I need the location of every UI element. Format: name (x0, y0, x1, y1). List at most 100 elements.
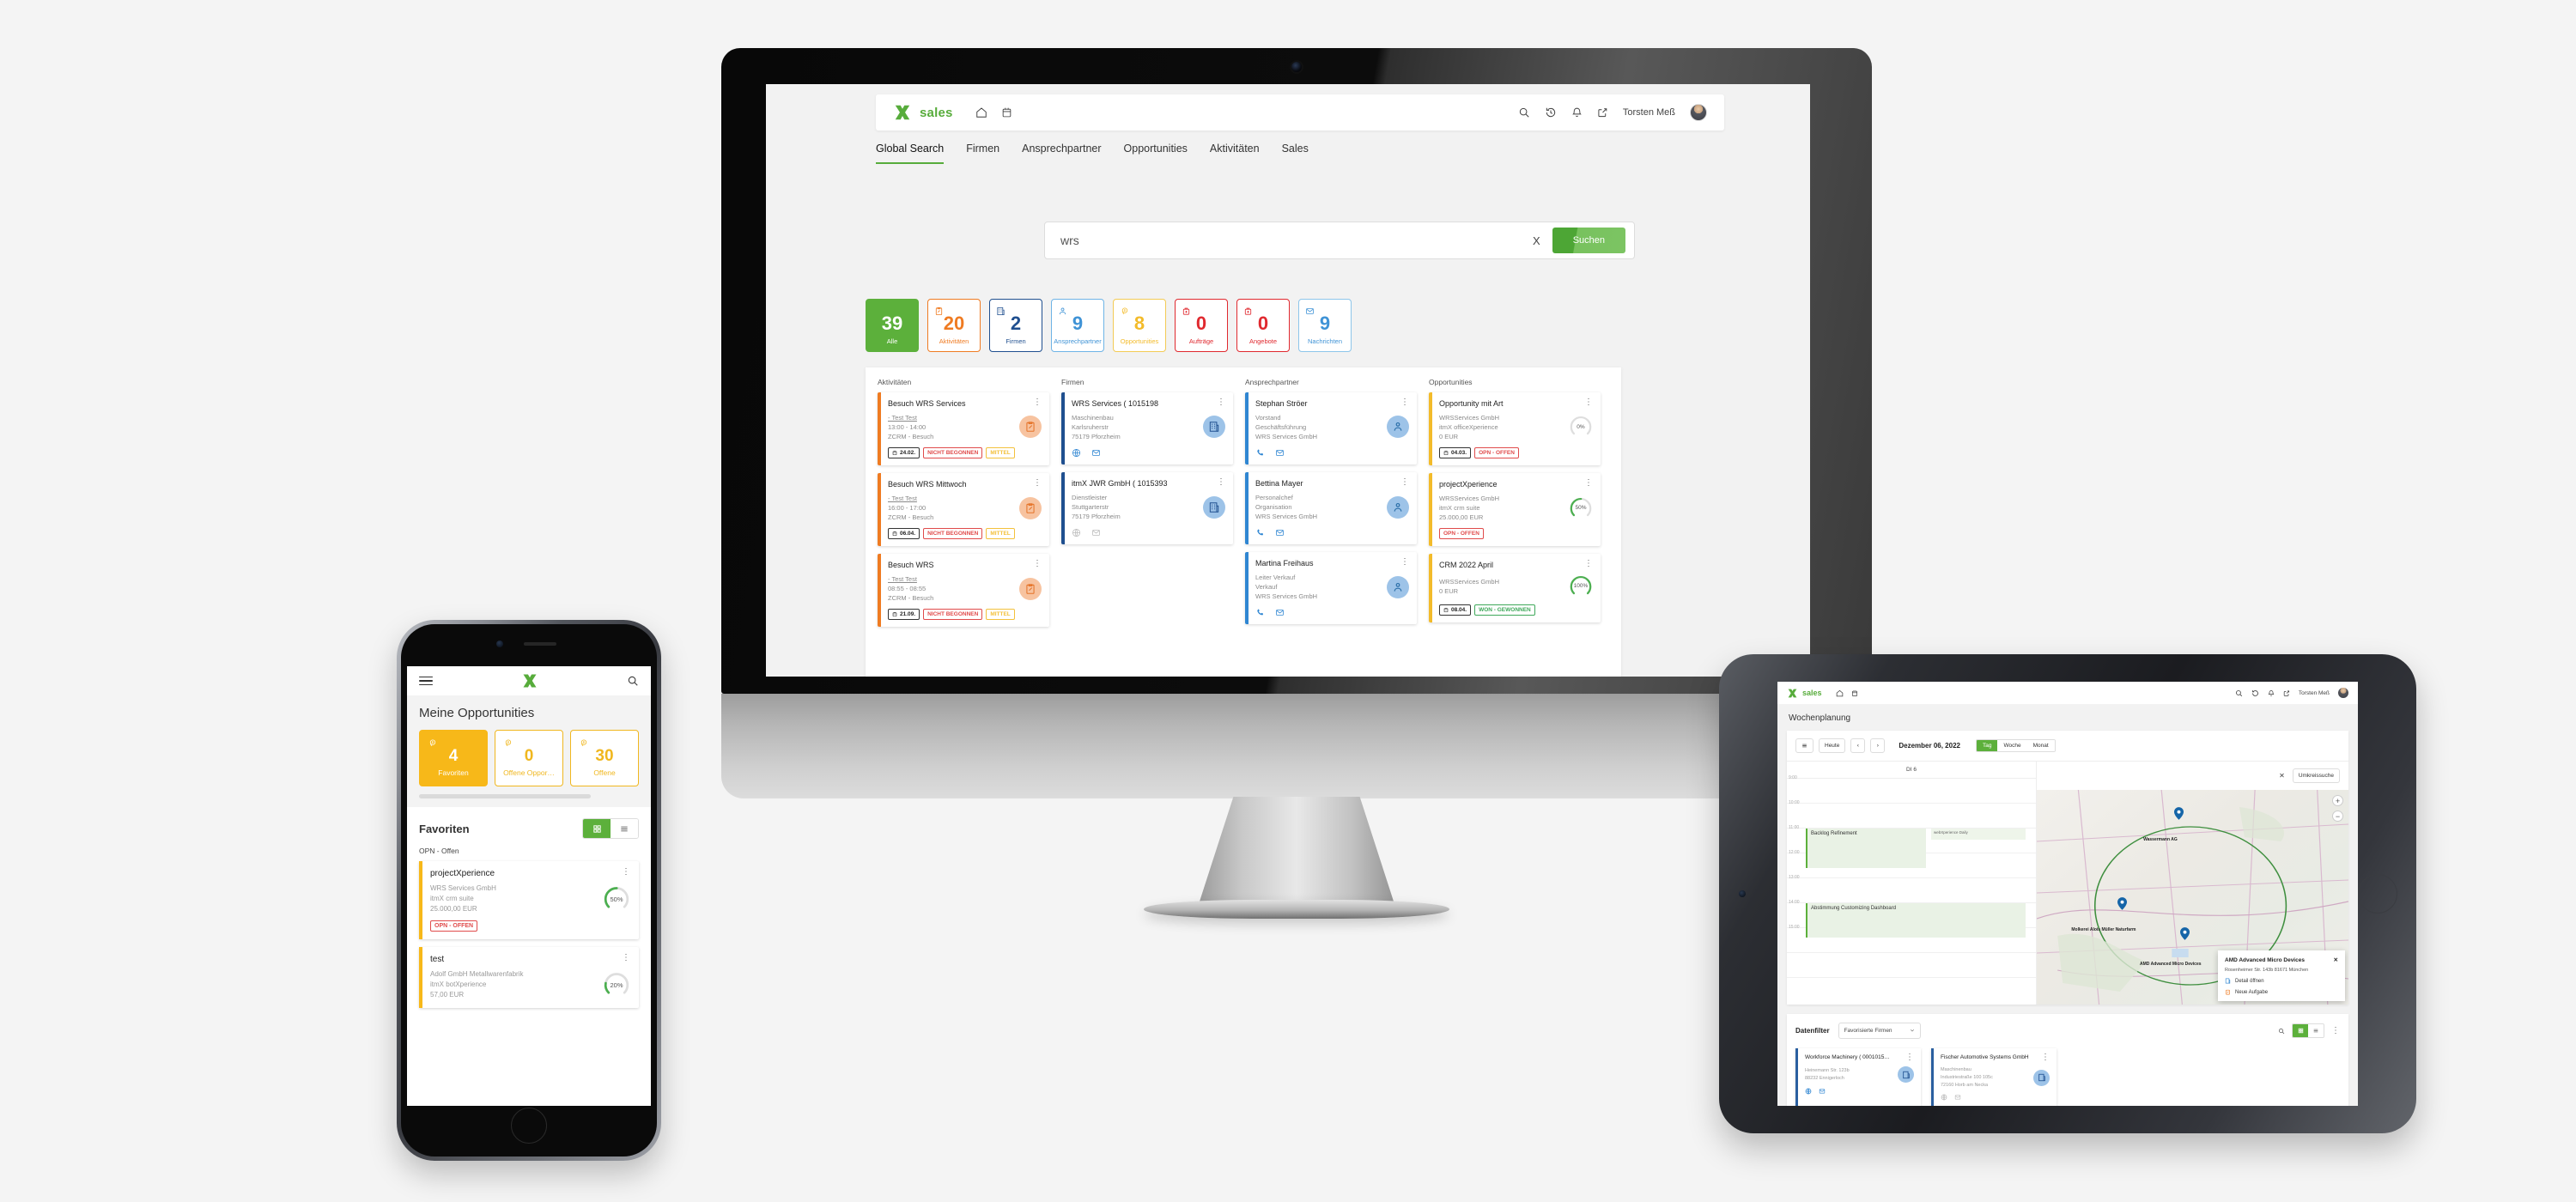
mobile-opportunity-card[interactable]: test ⋮ Adolf GmbH Metallwarenfabrik itmX… (419, 947, 639, 1008)
close-icon[interactable]: ✕ (2279, 772, 2285, 780)
activity-card[interactable]: Besuch WRS Mittwoch ⋮ - Test Test 16:00 … (878, 473, 1049, 547)
popup-action-task[interactable]: Neue Aufgabe (2225, 989, 2338, 995)
view-woche[interactable]: Woche (1997, 740, 2027, 751)
kpi-card-nachrichten[interactable]: 9 Nachrichten (1298, 299, 1352, 352)
map-pin-icon[interactable] (2173, 807, 2184, 820)
tab-aktivitaeten[interactable]: Aktivitäten (1210, 143, 1260, 164)
tab-sales[interactable]: Sales (1282, 143, 1309, 164)
activity-card[interactable]: Besuch WRS ⋮ - Test Test 08:55 - 08:55 Z… (878, 554, 1049, 628)
umkreissuche-button[interactable]: Umkreissuche (2292, 768, 2340, 783)
opportunity-card[interactable]: CRM 2022 April ⋮ WRSServices GmbH 0 EUR (1429, 554, 1601, 622)
home-button[interactable] (511, 1108, 547, 1144)
kpi-card-aktivitaeten[interactable]: 20 Aktivitäten (927, 299, 981, 352)
search-icon[interactable] (627, 675, 639, 687)
company-card[interactable]: Fischer Automotive Systems GmbH ⋮ Maschi… (1931, 1048, 2057, 1106)
calendar-event[interactable]: Backlog Refinement (1806, 829, 1926, 868)
grid-view-icon[interactable] (583, 819, 611, 838)
kebab-icon[interactable]: ⋮ (1400, 478, 1409, 487)
search-icon[interactable] (2278, 1028, 2285, 1035)
search-icon[interactable] (2235, 689, 2243, 697)
search-button[interactable]: Suchen (1552, 228, 1625, 253)
kebab-icon[interactable]: ⋮ (1584, 560, 1593, 568)
mail-icon[interactable] (1954, 1094, 1961, 1101)
contact-card[interactable]: Stephan Ströer ⋮ Vorstand Geschäftsführu… (1245, 392, 1417, 465)
mail-icon[interactable] (1819, 1088, 1826, 1095)
home-button[interactable] (2358, 874, 2397, 914)
kebab-icon[interactable]: ⋮ (1033, 560, 1042, 568)
map-pin-icon[interactable] (2117, 897, 2128, 910)
mobile-kpi-offene-opportunities[interactable]: 0 Offene Oppor… (495, 730, 563, 786)
kpi-scrollbar[interactable] (419, 794, 591, 798)
opportunity-card[interactable]: Opportunity mit Art ⋮ WRSServices GmbH i… (1429, 392, 1601, 466)
today-button[interactable]: Heute (1819, 738, 1846, 753)
kebab-icon[interactable]: ⋮ (1905, 1053, 1914, 1062)
kebab-icon[interactable]: ⋮ (1400, 558, 1409, 567)
kebab-icon[interactable]: ⋮ (622, 868, 630, 877)
phone-icon[interactable] (1255, 448, 1265, 458)
kpi-card-alle[interactable]: 39 Alle (866, 299, 919, 352)
tab-opportunities[interactable]: Opportunities (1124, 143, 1188, 164)
globe-icon[interactable] (1072, 528, 1081, 537)
grid-view-icon[interactable] (2293, 1024, 2308, 1037)
kebab-icon[interactable]: ⋮ (1400, 398, 1409, 407)
share-icon[interactable] (1597, 106, 1608, 118)
tab-global-search[interactable]: Global Search (876, 143, 945, 164)
calendar-icon[interactable] (1851, 689, 1858, 697)
kebab-icon[interactable]: ⋮ (1033, 398, 1042, 407)
list-view-icon[interactable] (611, 819, 638, 838)
map-pin-icon[interactable] (2179, 927, 2190, 940)
kebab-icon[interactable]: ⋮ (622, 954, 630, 962)
kpi-card-auftraege[interactable]: 0 Aufträge (1175, 299, 1228, 352)
mail-icon[interactable] (1091, 448, 1101, 458)
history-icon[interactable] (2251, 689, 2259, 697)
tab-ansprechpartner[interactable]: Ansprechpartner (1022, 143, 1101, 164)
kpi-card-opportunities[interactable]: 8 Opportunities (1113, 299, 1166, 352)
company-card[interactable]: WRS Services ( 1015198 ⋮ Maschinenbau Ka… (1061, 392, 1233, 465)
avatar[interactable] (1690, 104, 1707, 121)
kpi-card-ansprechpartner[interactable]: 9 Ansprechpartner (1051, 299, 1104, 352)
calendar-event-secondary[interactable]: webXperience Daily (1931, 829, 2026, 840)
tab-firmen[interactable]: Firmen (966, 143, 999, 164)
phone-icon[interactable] (1255, 528, 1265, 537)
map-canvas[interactable]: Wassermann AG Molkerei Alois Müller Natu… (2037, 790, 2348, 1005)
mobile-opportunity-card[interactable]: projectXperience ⋮ WRS Services GmbH itm… (419, 861, 639, 939)
opportunity-card[interactable]: projectXperience ⋮ WRSServices GmbH itmX… (1429, 473, 1601, 547)
list-view-icon[interactable] (2308, 1024, 2324, 1037)
mobile-kpi-offene[interactable]: 30 Offene (570, 730, 639, 786)
company-card[interactable]: itmX JWR GmbH ( 1015393 ⋮ Dienstleister … (1061, 472, 1233, 545)
search-icon[interactable] (1518, 106, 1530, 118)
menu-icon[interactable] (419, 674, 433, 689)
data-filter-select[interactable]: Favorisierte Firmen (1838, 1023, 1921, 1039)
kpi-card-angebote[interactable]: 0 Angebote (1236, 299, 1290, 352)
view-tag[interactable]: Tag (1976, 740, 1998, 751)
mobile-kpi-favoriten[interactable]: 4 Favoriten (419, 730, 488, 786)
brand[interactable]: sales (893, 103, 953, 122)
mail-icon[interactable] (1275, 608, 1285, 617)
kebab-icon[interactable]: ⋮ (2041, 1053, 2050, 1062)
kebab-icon[interactable]: ⋮ (1584, 479, 1593, 488)
bell-icon[interactable] (1571, 106, 1583, 118)
zoom-out-button[interactable]: − (2332, 810, 2343, 822)
mail-icon[interactable] (1275, 448, 1285, 458)
globe-icon[interactable] (1941, 1094, 1947, 1101)
home-icon[interactable] (975, 106, 987, 118)
search-input[interactable]: wrs (1060, 234, 1521, 247)
kebab-icon[interactable]: ⋮ (2331, 1026, 2340, 1035)
kebab-icon[interactable]: ⋮ (1217, 478, 1225, 487)
prev-button[interactable]: ‹ (1850, 738, 1866, 753)
calendar-grid[interactable]: 9:00 10:00 11:00 12:00 13:00 14:00 15:00… (1787, 775, 2036, 993)
phone-icon[interactable] (1255, 608, 1265, 617)
list-icon[interactable] (1795, 738, 1814, 753)
calendar-event[interactable]: Abstimmung Customizing Dashboard (1806, 903, 2026, 938)
company-card[interactable]: Workforce Machinery ( 0001015… ⋮ Heinema… (1795, 1048, 1921, 1106)
close-icon[interactable]: ✕ (2334, 956, 2338, 963)
history-icon[interactable] (1545, 106, 1557, 118)
home-icon[interactable] (1836, 689, 1844, 697)
contact-card[interactable]: Bettina Mayer ⋮ Personalchef Organisatio… (1245, 472, 1417, 545)
bell-icon[interactable] (2268, 689, 2275, 697)
view-monat[interactable]: Monat (2026, 740, 2055, 751)
calendar-icon[interactable] (1001, 106, 1012, 118)
clear-search-icon[interactable]: X (1521, 234, 1552, 247)
contact-card[interactable]: Martina Freihaus ⋮ Leiter Verkauf Verkau… (1245, 552, 1417, 625)
zoom-in-button[interactable]: + (2332, 795, 2343, 806)
